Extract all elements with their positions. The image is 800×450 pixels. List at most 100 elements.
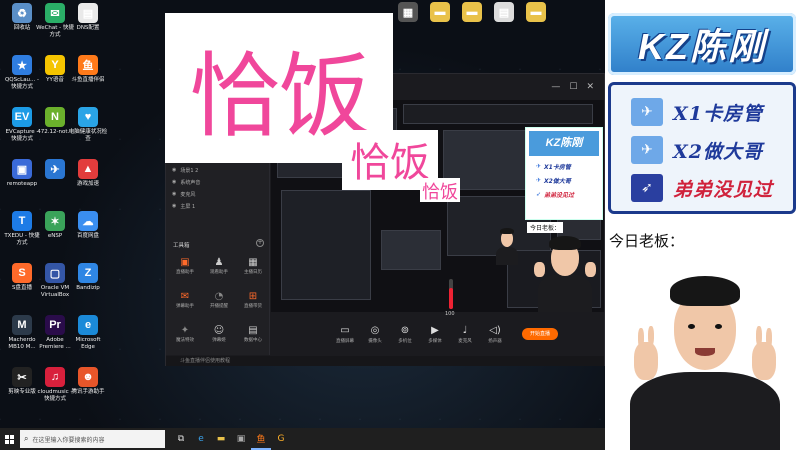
store-icon[interactable]: ▣ [231, 428, 251, 450]
yy-icon: Y [45, 55, 65, 75]
virtualbox-icon: ▢ [45, 263, 65, 283]
desktop-icon[interactable]: ▦ [390, 2, 426, 46]
desktop-icon[interactable]: ▲ 游戏加速 [70, 159, 106, 203]
tool-label: 直播助手 [176, 270, 194, 275]
desktop-icon[interactable]: ▬ [454, 2, 490, 46]
tool-item[interactable]: ✦ 魔法特效 [168, 322, 202, 346]
assistant-icon: ▣ [180, 257, 190, 268]
eye-icon[interactable]: ◉ [172, 167, 176, 173]
txedu-icon: T [12, 211, 32, 231]
eye-icon[interactable]: ◉ [172, 203, 176, 209]
desktop-icon-label: 斗鱼直播伴侣 [71, 77, 105, 83]
s-live-icon: S [12, 263, 32, 283]
macherdo-icon: M [12, 315, 32, 335]
control-list: ▭ 直播屏幕 ◎ 摄像头 ⊚ 多机位 ▶ 多媒体 ♩ 麦克风 ◁) 扬声器 [332, 325, 508, 344]
desktop-icon[interactable]: ▣ remoteapp [4, 159, 40, 203]
desktop-icon[interactable]: ▬ [518, 2, 554, 46]
desktop-icon[interactable]: 鱼斗鱼直播伴侣 [70, 55, 106, 99]
ev-capture-icon: EV [12, 107, 32, 127]
control-button[interactable]: ◁) 扬声器 [482, 325, 508, 344]
rocket-icon: ➶ [536, 190, 542, 198]
browser-icon[interactable]: G [271, 428, 291, 450]
scene-row[interactable]: ◉ 主屏 1 [166, 200, 269, 212]
danmu-icon: ✉ [180, 291, 190, 302]
close-icon[interactable]: ✕ [586, 82, 594, 92]
desktop-icon[interactable]: ▤ DNS配置 [70, 3, 106, 47]
status-text[interactable]: 斗鱼直播伴侣使用教程 [180, 358, 230, 364]
taskbar-apps: ⧉ e ▬ ▣ 鱼 G [171, 428, 291, 450]
wechat-icon: ✉ [45, 3, 65, 23]
desktop-icon[interactable]: Z Bandizip [70, 263, 106, 307]
desktop-icon[interactable]: e Microsoft Edge [70, 315, 106, 359]
multi-cam-icon: ⊚ [400, 324, 410, 336]
scene-label: 系统声音 [180, 179, 201, 186]
tool-item[interactable]: ☺ 弹幕姬 [202, 322, 236, 346]
eye-icon[interactable]: ◉ [172, 191, 176, 197]
minimize-icon[interactable]: — [551, 82, 560, 92]
danmu-ji-icon: ☺ [213, 325, 225, 336]
control-label: 直播屏幕 [336, 338, 354, 344]
explorer-icon[interactable]: ▬ [211, 428, 231, 450]
tool-item[interactable]: ◔ 开播提醒 [202, 288, 236, 312]
shop-icon: ⊞ [248, 291, 258, 302]
mini-banner: KZ陈刚 ✈ X1卡房管 ✈ X2做大哥 ➶ 弟弟没见过 [525, 127, 603, 220]
edge-icon[interactable]: e [191, 428, 211, 450]
taskbar-search[interactable]: ⌕ 在这里输入你要搜索的内容 [20, 430, 165, 448]
control-label: 摄像头 [368, 338, 382, 344]
kz-logo-text: KZ陈刚 [638, 26, 766, 67]
search-placeholder: 在这里输入你要搜索的内容 [32, 436, 105, 444]
control-button[interactable]: ♩ 麦克风 [452, 325, 478, 344]
volume-slider[interactable] [449, 279, 453, 309]
tool-item[interactable]: ⊞ 直播带货 [236, 288, 270, 312]
star-app-icon: ★ [12, 55, 32, 75]
desktop-icon-label: 电脑健康状况检查 [68, 129, 108, 142]
tool-item[interactable]: ▤ 数据中心 [236, 322, 270, 346]
mini-rule-row: ➶ 弟弟没见过 [526, 187, 602, 201]
premiere-icon: Pr [45, 315, 65, 335]
control-button[interactable]: ▶ 多媒体 [422, 325, 448, 344]
rule-text: X1卡房管 [673, 102, 763, 125]
preview-tile [381, 230, 441, 270]
control-button[interactable]: ▭ 直播屏幕 [332, 325, 358, 344]
mini-rule-text: 弟弟没见过 [544, 191, 575, 199]
desktop-icon[interactable]: ▬ [422, 2, 458, 46]
start-button[interactable] [0, 428, 18, 450]
control-button[interactable]: ⊚ 多机位 [392, 325, 418, 344]
scene-row[interactable]: ◉ 系统声音 [166, 176, 269, 188]
desktop-icon[interactable]: ▤ [486, 2, 522, 46]
mini-rule-row: ✈ X1卡房管 [526, 159, 602, 173]
tool-item[interactable]: ▦ 主播日历 [236, 254, 270, 278]
control-label: 多媒体 [428, 338, 442, 344]
folder-icon: ▬ [526, 2, 546, 22]
tool-label: 开播提醒 [210, 304, 228, 309]
bird-icon: ✈ [45, 159, 65, 179]
task-view-icon[interactable]: ⧉ [171, 428, 191, 450]
scene-row[interactable]: ◉ 场景1 2 [166, 164, 269, 176]
desktop-icon[interactable]: ☁ 百度网盘 [70, 211, 106, 255]
eye-icon[interactable]: ◉ [172, 179, 176, 185]
tool-item[interactable]: ✉ 弹幕助手 [168, 288, 202, 312]
live-app-icon[interactable]: 鱼 [251, 428, 271, 450]
preview-tile [403, 104, 593, 124]
ensp-icon: ✶ [45, 211, 65, 231]
scene-row[interactable]: ◉ 麦克风 [166, 188, 269, 200]
tool-item[interactable]: ♟ 观看助手 [202, 254, 236, 278]
control-label: 麦克风 [458, 338, 472, 344]
screen-icon: ▭ [340, 324, 350, 336]
media-icon: ▶ [431, 324, 439, 336]
folder-icon: ▬ [462, 2, 482, 22]
start-live-button[interactable]: 开始直播 [522, 328, 558, 340]
tool-item[interactable]: ▣ 直播助手 [168, 254, 202, 278]
maximize-icon[interactable]: ☐ [569, 82, 577, 92]
control-button[interactable]: ◎ 摄像头 [362, 325, 388, 344]
add-tool-icon[interactable]: + [256, 239, 264, 247]
rocket-icon: ➶ [631, 174, 663, 202]
kz-logo: KZ陈刚 [608, 13, 796, 75]
mini-rule-text: X2做大哥 [544, 177, 571, 185]
rule-row: ✈ X1卡房管 [631, 95, 763, 129]
desktop-icon[interactable]: ☻ 腾讯手游助手 [70, 367, 106, 411]
mini-rule-row: ✈ X2做大哥 [526, 173, 602, 187]
desktop-icon[interactable]: ♥ 电脑健康状况检查 [68, 107, 108, 151]
health-check-icon: ♥ [78, 107, 98, 127]
streamer-avatar [612, 262, 792, 450]
